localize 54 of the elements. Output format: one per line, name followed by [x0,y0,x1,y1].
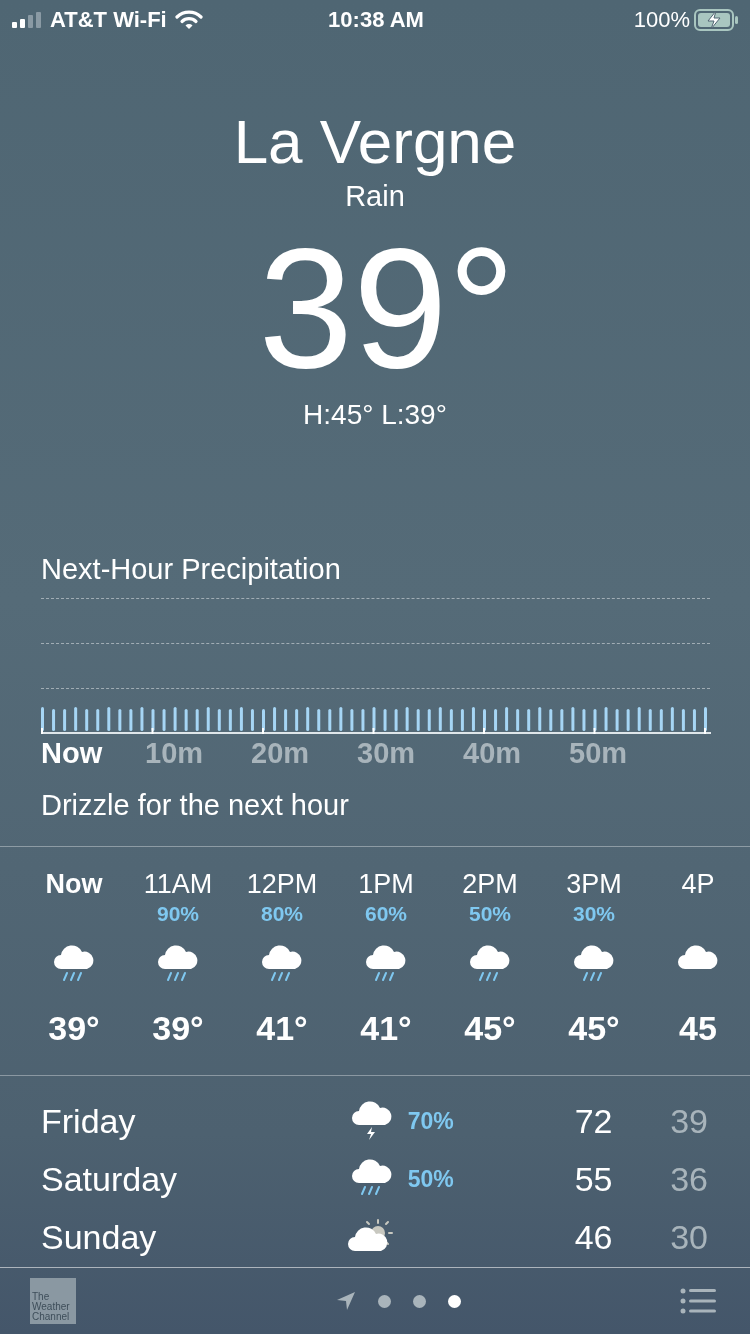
page-dot[interactable] [377,1294,391,1308]
precipitation-chance: 50% [406,1165,455,1193]
list-icon[interactable] [680,1288,716,1314]
hour-temperature: 45° [568,1009,620,1048]
signal-icon [12,12,42,28]
hour-label: 2PM [462,868,518,901]
precipitation-chance: 70% [406,1107,455,1135]
precipitation-chance: 30% [573,901,615,927]
high-temperature: 72 [573,1101,613,1141]
day-name: Saturday [41,1159,179,1199]
current-temperature: 39° [257,218,516,398]
precipitation-summary: Drizzle for the next hour [41,788,350,822]
time-label: 30m [357,737,417,770]
hour-temperature: 39° [152,1009,204,1048]
day-name: Friday [41,1101,137,1141]
carrier-name: AT&T Wi-Fi [50,7,167,33]
low-temperature: 36 [669,1159,708,1199]
battery-percent: 100% [633,7,690,33]
hour-label: Now [45,868,103,901]
day-name: Sunday [41,1217,158,1257]
precipitation-chance: 90% [157,901,199,927]
hour-label: 4P [681,868,715,901]
low-temperature: 30 [669,1217,708,1257]
cloud-icon [676,945,720,969]
hour-label: 1PM [358,868,414,901]
page-dot[interactable] [447,1294,461,1308]
time-label: 10m [145,737,205,770]
precipitation-chance: 50% [469,901,511,927]
city-name: La Vergne [233,106,517,178]
high-temperature: 46 [573,1217,613,1257]
hour-temperature: 39° [48,1009,100,1048]
page-dot[interactable] [412,1294,426,1308]
precipitation-chance: 60% [365,901,407,927]
time-label: 50m [569,737,629,770]
weather-channel-logo[interactable]: The Weather Channel [30,1278,76,1324]
section-title: Next-Hour Precipitation [41,552,342,586]
hour-label: 12PM [246,868,318,901]
clock-time: 10:38 AM [328,7,424,33]
time-label: 20m [251,737,311,770]
high-low-temperature: H:45° L:39° [303,398,447,432]
precipitation-chance: 80% [261,901,303,927]
hour-temperature: 45 [679,1009,717,1048]
low-temperature: 39 [669,1101,708,1141]
hour-label: 3PM [566,868,622,901]
location-arrow-icon[interactable] [335,1291,356,1311]
time-label: 40m [463,737,523,770]
time-label: Now [41,737,104,770]
hour-label: 11AM [143,868,213,901]
high-temperature: 55 [573,1159,613,1199]
hour-temperature: 41° [256,1009,308,1048]
wifi-icon [174,10,203,30]
hour-temperature: 45° [464,1009,516,1048]
hour-temperature: 41° [360,1009,412,1048]
weather-condition: Rain [345,179,405,214]
